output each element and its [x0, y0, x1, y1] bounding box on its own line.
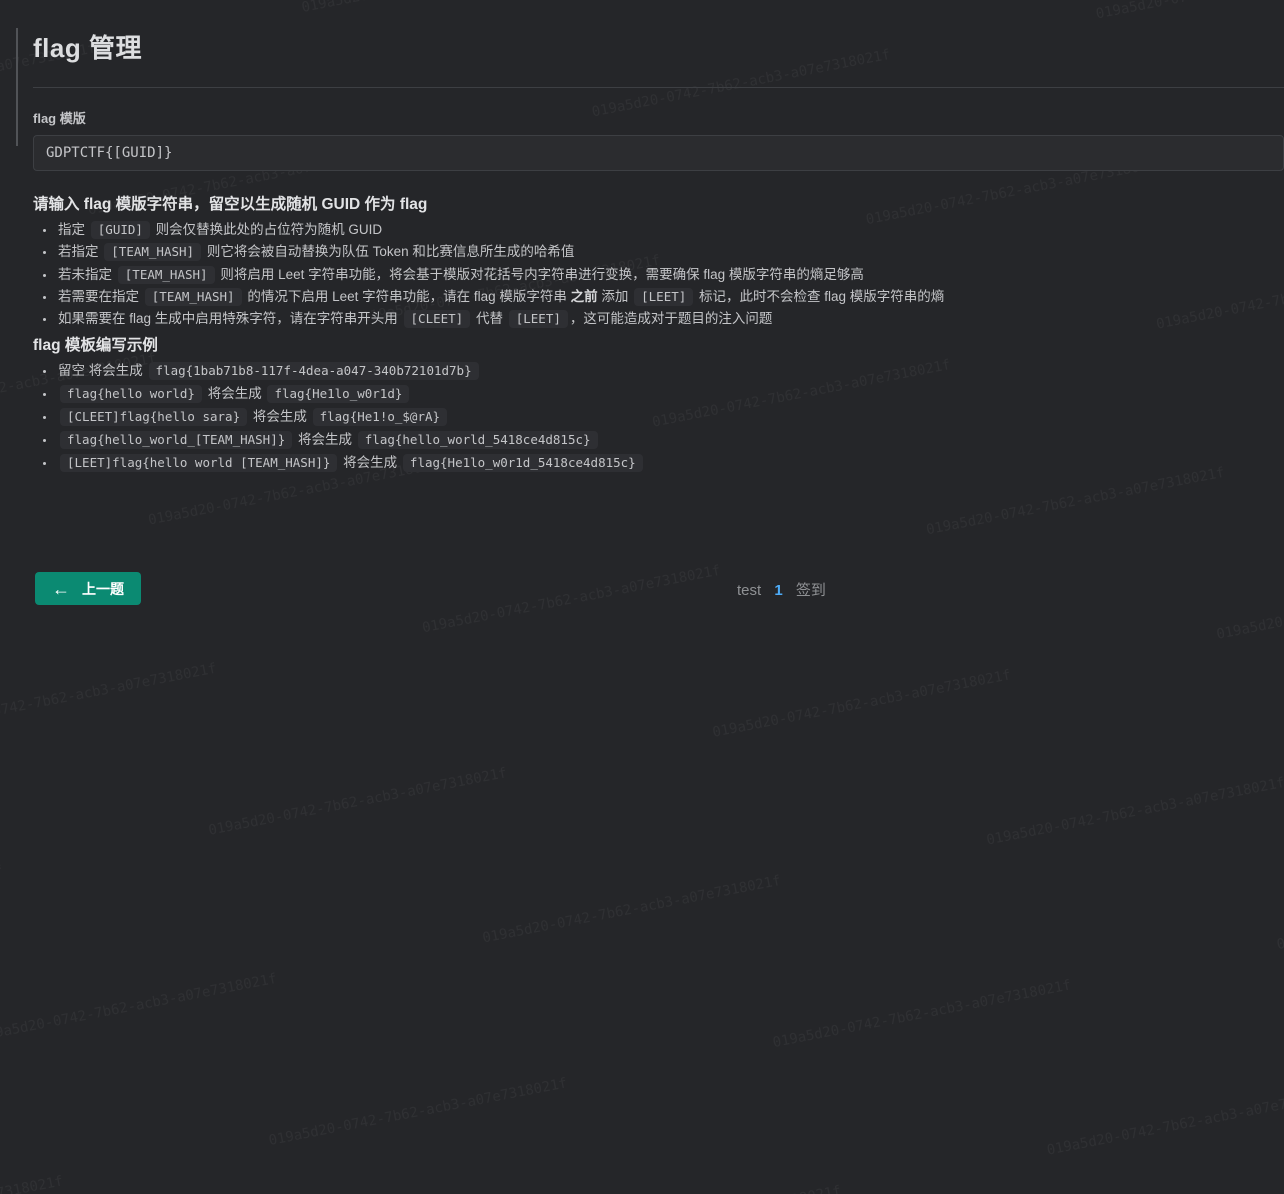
inline-code: flag{hello_world_5418ce4d815c}: [358, 431, 598, 449]
list-item: 如果需要在 flag 生成中启用特殊字符，请在字符串开头用 [CLEET] 代替…: [56, 308, 1284, 330]
list-item: flag{hello_world_[TEAM_HASH]} 将会生成 flag{…: [56, 429, 1284, 452]
inline-code: flag{He1lo_w0r1d_5418ce4d815c}: [403, 454, 643, 472]
prev-challenge-button[interactable]: ← 上一题: [35, 572, 141, 605]
inline-code: [CLEET]: [404, 310, 471, 328]
inline-code: flag{hello_world_[TEAM_HASH]}: [60, 431, 292, 449]
inline-code: [LEET]: [634, 288, 693, 306]
page-title: flag 管理: [33, 28, 1284, 65]
arrow-left-icon: ←: [52, 580, 70, 598]
prev-challenge-label: 上一题: [82, 579, 124, 599]
tips-heading: 请输入 flag 模版字符串，留空以生成随机 GUID 作为 flag: [33, 192, 1284, 214]
inline-code: [LEET]flag{hello world [TEAM_HASH]}: [60, 454, 337, 472]
inline-code: [TEAM_HASH]: [104, 243, 201, 261]
inline-code: flag{hello world}: [60, 385, 202, 403]
inline-code: [CLEET]flag{hello sara}: [60, 408, 247, 426]
tips-list: 指定 [GUID] 则会仅替换此处的占位符为随机 GUID若指定 [TEAM_H…: [33, 219, 1284, 330]
list-item: 留空 将会生成 flag{1bab71b8-117f-4dea-a047-340…: [56, 360, 1284, 383]
list-item: [LEET]flag{hello world [TEAM_HASH]} 将会生成…: [56, 452, 1284, 475]
header-divider: [33, 87, 1284, 88]
game-name: test: [737, 582, 761, 599]
inline-code: [TEAM_HASH]: [145, 288, 242, 306]
list-item: [CLEET]flag{hello sara} 将会生成 flag{He1!o_…: [56, 406, 1284, 429]
left-edge-line: [16, 28, 18, 146]
examples-heading: flag 模板编写示例: [33, 333, 1284, 355]
challenge-number: 1: [774, 582, 782, 599]
inline-code: [GUID]: [91, 221, 150, 239]
challenge-title: 签到: [796, 582, 826, 599]
inline-code: flag{1bab71b8-117f-4dea-a047-340b72101d7…: [149, 362, 479, 380]
bold-text: 之前: [571, 289, 598, 304]
list-item: 若指定 [TEAM_HASH] 则它将会被自动替换为队伍 Token 和比赛信息…: [56, 241, 1284, 263]
list-item: 若未指定 [TEAM_HASH] 则将启用 Leet 字符串功能，将会基于模版对…: [56, 264, 1284, 286]
list-item: 指定 [GUID] 则会仅替换此处的占位符为随机 GUID: [56, 219, 1284, 241]
inline-code: [TEAM_HASH]: [118, 266, 215, 284]
flag-management-panel: flag 管理 flag 模版 请输入 flag 模版字符串，留空以生成随机 G…: [0, 28, 1284, 474]
flag-template-input[interactable]: [33, 135, 1284, 171]
inline-code: flag{He1!o_$@rA}: [313, 408, 447, 426]
inline-code: flag{He1lo_w0r1d}: [267, 385, 409, 403]
list-item: flag{hello world} 将会生成 flag{He1lo_w0r1d}: [56, 383, 1284, 406]
inline-code: [LEET]: [509, 310, 568, 328]
list-item: 若需要在指定 [TEAM_HASH] 的情况下启用 Leet 字符串功能，请在 …: [56, 286, 1284, 308]
examples-list: 留空 将会生成 flag{1bab71b8-117f-4dea-a047-340…: [33, 360, 1284, 474]
flag-template-label: flag 模版: [33, 108, 1284, 127]
